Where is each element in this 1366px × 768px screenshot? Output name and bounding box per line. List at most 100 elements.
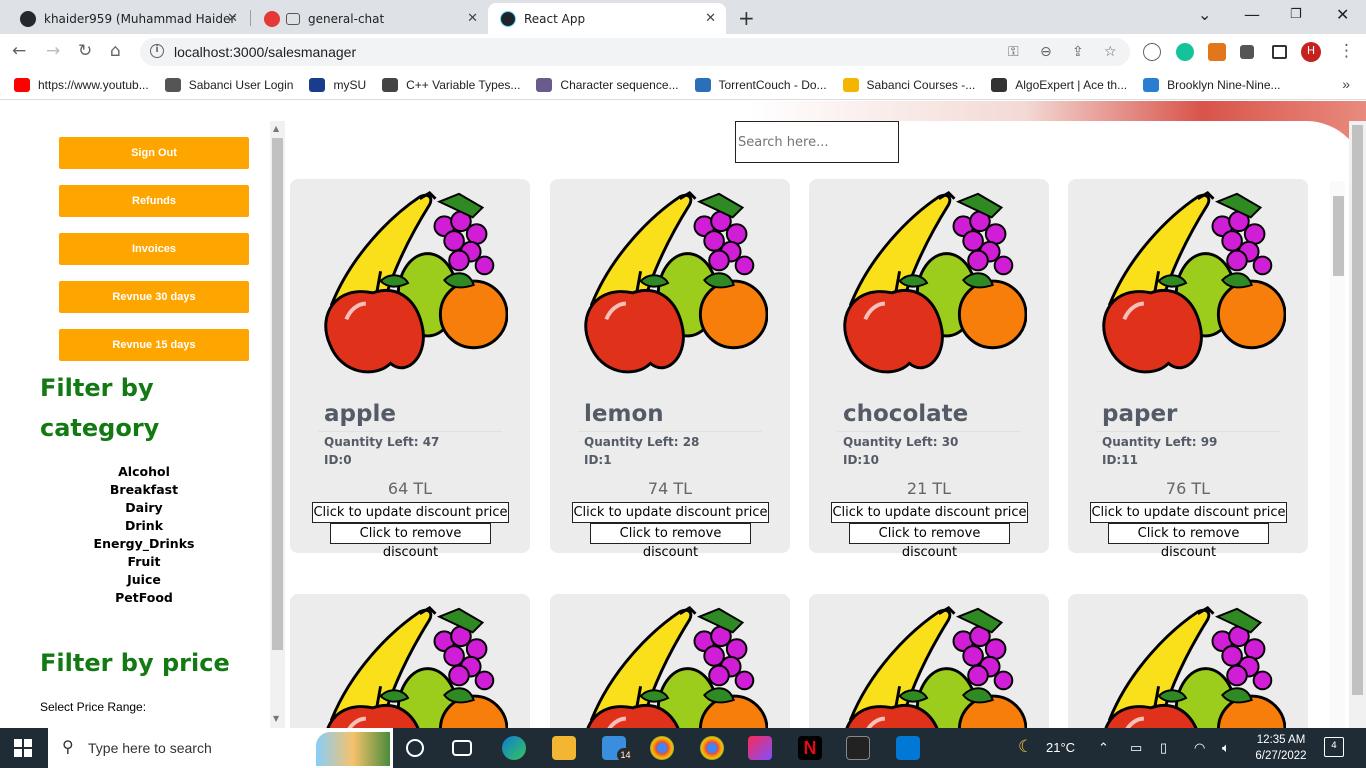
reload-icon[interactable]: ↻ — [78, 41, 92, 61]
remove-discount-button[interactable]: Click to remove discount — [590, 523, 751, 560]
date-text: 6/27/2022 — [1255, 750, 1307, 762]
revenue-15-days-button[interactable]: Revnue 15 days — [59, 329, 249, 361]
close-icon[interactable]: ✕ — [467, 11, 478, 26]
cplusplus-icon — [536, 77, 553, 92]
fruit-image — [843, 191, 1027, 374]
close-icon[interactable]: ✕ — [705, 11, 716, 26]
category-item[interactable]: Breakfast — [80, 481, 208, 499]
category-item[interactable]: Dairy — [80, 499, 208, 517]
product-card — [809, 594, 1049, 728]
bookmark-item[interactable]: Character sequence... — [536, 77, 679, 92]
close-window-icon[interactable]: ✕ — [1336, 5, 1349, 24]
grammarly-icon[interactable] — [1176, 43, 1194, 61]
bookmark-item[interactable]: C++ Variable Types... — [382, 77, 520, 92]
intellij-icon[interactable] — [748, 736, 772, 760]
back-icon[interactable]: ← — [12, 41, 26, 61]
revenue-30-days-button[interactable]: Revnue 30 days — [59, 281, 249, 313]
update-discount-button[interactable]: Click to update discount price — [1090, 502, 1287, 523]
remove-discount-button[interactable]: Click to remove discount — [849, 523, 1010, 560]
sidebar: Sign Out Refunds Invoices Revnue 30 days… — [0, 121, 270, 728]
torrentcouch-icon — [694, 77, 711, 92]
tab-search-icon[interactable]: ⌄ — [1198, 5, 1211, 24]
update-discount-button[interactable]: Click to update discount price — [572, 502, 769, 523]
temperature[interactable]: 21°C — [1046, 740, 1075, 755]
page-scrollbar[interactable] — [1349, 121, 1366, 728]
product-quantity: Quantity Left: 99 — [1102, 435, 1218, 449]
share-icon[interactable]: ⇪ — [1072, 44, 1084, 60]
windows-start-icon[interactable] — [14, 739, 32, 757]
wifi-icon[interactable]: ◠ — [1194, 740, 1205, 756]
menu-kebab-icon[interactable]: ⋮ — [1338, 41, 1355, 61]
bookmark-item[interactable]: AlgoExpert | Ace th... — [991, 77, 1127, 92]
scroll-up-icon[interactable]: ▲ — [273, 124, 279, 133]
sidebar-scrollbar[interactable]: ▲ ▼ — [270, 121, 285, 728]
sidebar-scroll-thumb[interactable] — [272, 138, 283, 650]
metamask-icon[interactable] — [1208, 43, 1226, 61]
bookmark-item[interactable]: Brooklyn Nine-Nine... — [1143, 77, 1281, 92]
sign-out-button[interactable]: Sign Out — [59, 137, 249, 169]
product-scrollbar[interactable] — [1330, 181, 1345, 728]
category-item[interactable]: Drink — [80, 517, 208, 535]
profile-avatar[interactable]: H — [1301, 42, 1321, 62]
product-quantity: Quantity Left: 28 — [584, 435, 700, 449]
file-explorer-icon[interactable] — [552, 736, 576, 760]
page-scroll-thumb[interactable] — [1352, 125, 1363, 695]
terminal-icon[interactable] — [846, 736, 870, 760]
edge-icon[interactable] — [502, 736, 526, 760]
zoom-icon[interactable]: ⊖ — [1040, 44, 1052, 60]
update-discount-button[interactable]: Click to update discount price — [831, 502, 1028, 523]
chevron-up-icon[interactable]: ⌃ — [1098, 740, 1109, 756]
tab-react-app[interactable]: React App ✕ — [488, 3, 726, 34]
product-divider — [837, 431, 1021, 432]
chrome-profile-h-icon[interactable] — [650, 736, 674, 760]
brooklyn-icon — [1143, 77, 1160, 92]
product-scroll-thumb[interactable] — [1333, 196, 1344, 276]
minimize-icon[interactable]: — — [1244, 5, 1260, 24]
category-item[interactable]: Fruit — [80, 553, 208, 571]
tab-github[interactable]: khaider959 (Muhammad Haider G ✕ — [8, 3, 248, 34]
forward-icon[interactable]: → — [46, 41, 60, 61]
bookmark-item[interactable]: Sabanci User Login — [164, 77, 293, 92]
bookmark-star-icon[interactable]: ☆ — [1104, 44, 1117, 60]
side-panel-icon[interactable] — [1272, 45, 1287, 59]
display-icon[interactable]: ▭ — [1130, 740, 1142, 756]
bookmark-item[interactable]: Sabanci Courses -... — [842, 77, 975, 92]
refunds-button[interactable]: Refunds — [59, 185, 249, 217]
category-item[interactable]: Juice — [80, 571, 208, 589]
moon-weather-icon[interactable]: ☾ — [1018, 737, 1033, 757]
category-item[interactable]: Energy_Drinks — [80, 535, 208, 553]
bookmark-item[interactable]: mySU — [309, 77, 366, 92]
scroll-down-icon[interactable]: ▼ — [273, 714, 279, 723]
key-icon[interactable]: ⚿ — [1008, 44, 1019, 60]
home-icon[interactable]: ⌂ — [110, 41, 121, 61]
task-view-icon[interactable] — [452, 740, 472, 756]
update-discount-button[interactable]: Click to update discount price — [312, 502, 509, 523]
extensions-puzzle-icon[interactable] — [1240, 45, 1254, 59]
category-item[interactable]: Alcohol — [80, 463, 208, 481]
category-item[interactable]: PetFood — [80, 589, 208, 607]
address-bar[interactable]: i localhost:3000/salesmanager ⚿ ⊖ ⇪ ☆ — [140, 38, 1130, 66]
new-tab-button[interactable]: + — [738, 6, 755, 30]
netflix-icon[interactable]: N — [798, 736, 822, 760]
taskbar-search[interactable]: ⚲ Type here to search — [48, 728, 393, 768]
notifications-icon[interactable]: 4 — [1324, 737, 1344, 757]
bookmark-item[interactable]: TorrentCouch - Do... — [694, 77, 827, 92]
chrome-profile-m-icon[interactable] — [700, 736, 724, 760]
site-info-icon[interactable]: i — [150, 44, 164, 58]
battery-icon[interactable]: ▯ — [1160, 740, 1167, 756]
cortana-icon[interactable] — [406, 739, 424, 757]
close-icon[interactable]: ✕ — [227, 11, 238, 26]
volume-icon[interactable]: 🔈︎ — [1222, 740, 1230, 756]
restore-icon[interactable]: ❐ — [1290, 7, 1302, 22]
bookmark-item[interactable]: https://www.youtub... — [14, 77, 149, 92]
more-bookmarks-icon[interactable]: » — [1342, 76, 1350, 92]
remove-discount-button[interactable]: Click to remove discount — [1108, 523, 1269, 560]
invoices-button[interactable]: Invoices — [59, 233, 249, 265]
url-text[interactable]: localhost:3000/salesmanager — [174, 44, 356, 60]
clock[interactable]: 12:35 AM 6/27/2022 — [1248, 732, 1314, 764]
globe-extension-icon[interactable] — [1143, 43, 1161, 61]
search-input[interactable] — [735, 121, 899, 163]
vscode-icon[interactable] — [896, 736, 920, 760]
remove-discount-button[interactable]: Click to remove discount — [330, 523, 491, 560]
tab-general-chat[interactable]: general-chat ✕ — [252, 3, 488, 34]
